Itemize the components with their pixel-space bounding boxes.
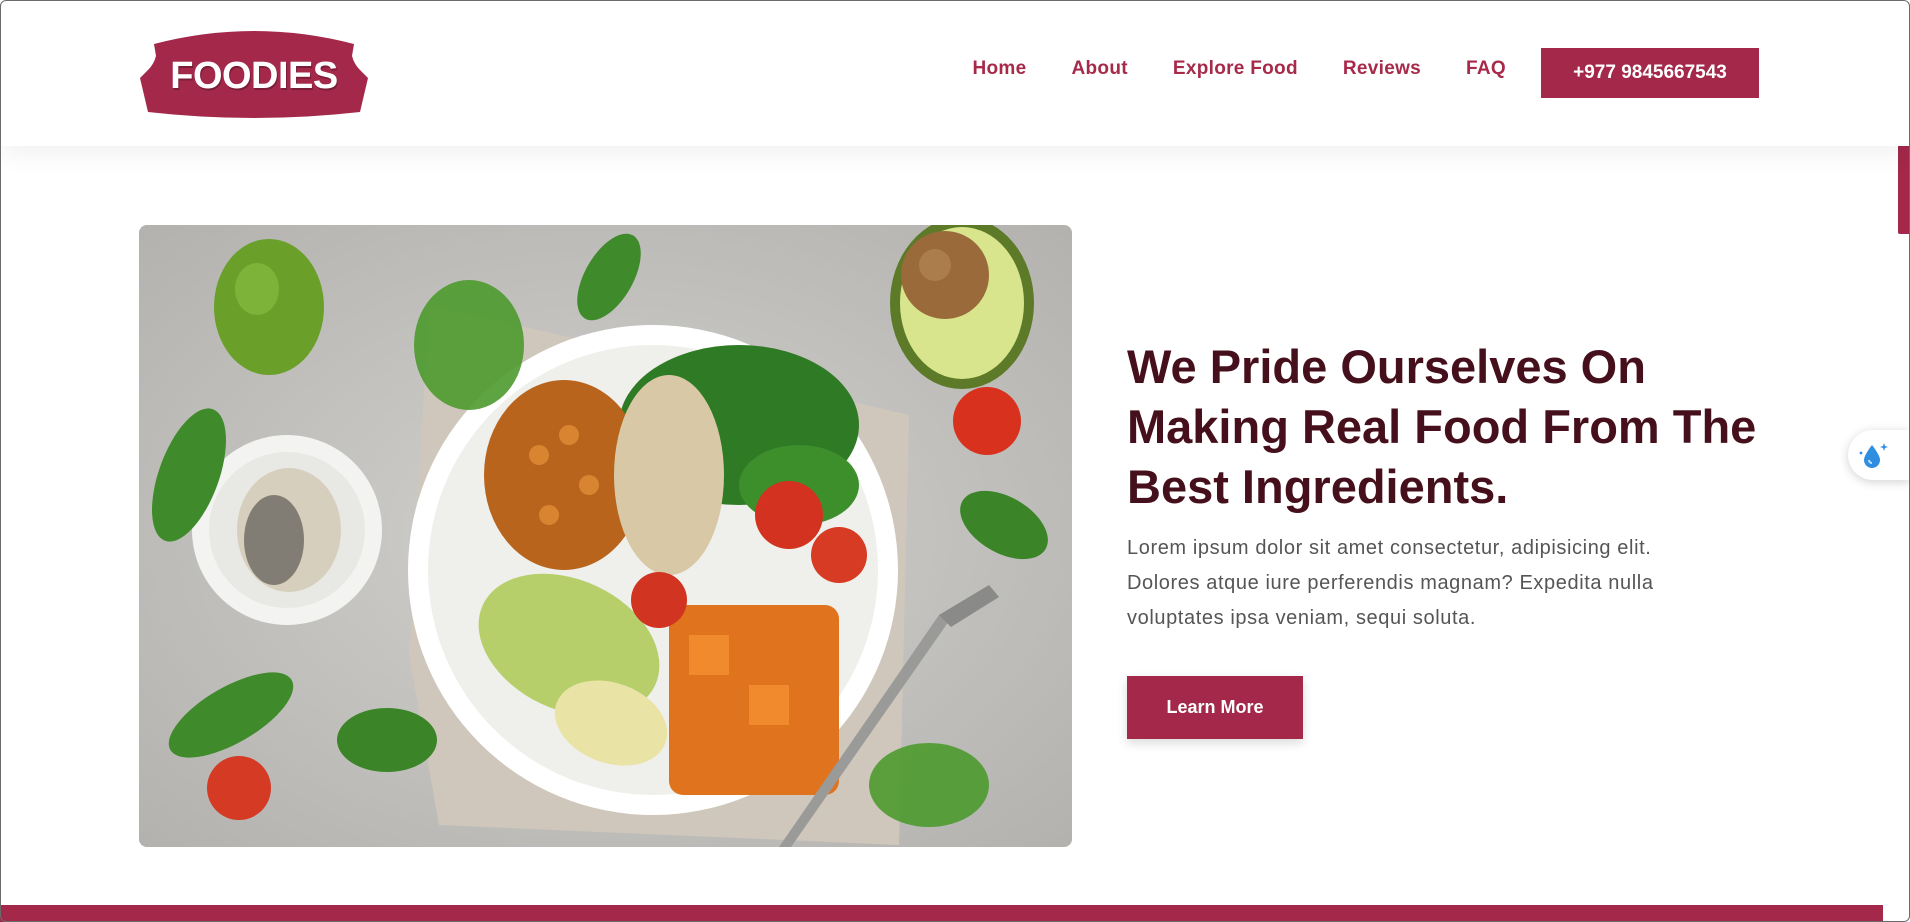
nav-home[interactable]: Home (973, 58, 1027, 80)
foodies-logo[interactable]: FOODIES (140, 26, 368, 120)
hero-title: We Pride Ourselves On Making Real Food F… (1127, 340, 1757, 513)
accessibility-widget[interactable] (1848, 430, 1910, 480)
salad-bowl-photo (139, 225, 1072, 847)
nav-links: Home About Explore Food Reviews FAQ (973, 58, 1507, 80)
scrollbar-thumb[interactable] (1898, 132, 1910, 234)
water-drop-sparkle-icon (1859, 443, 1888, 468)
footer-bar (0, 905, 1883, 922)
logo-text: FOODIES (170, 54, 338, 97)
nav-explore-food[interactable]: Explore Food (1173, 58, 1298, 80)
hero-description: Lorem ipsum dolor sit amet consectetur, … (1127, 537, 1654, 629)
nav-about[interactable]: About (1072, 58, 1128, 80)
learn-more-button[interactable]: Learn More (1127, 676, 1303, 739)
nav-faq[interactable]: FAQ (1466, 58, 1506, 80)
navbar: FOODIES Home About Explore Food Reviews … (0, 0, 1910, 146)
phone-button[interactable]: +977 9845667543 (1541, 48, 1759, 98)
nav-reviews[interactable]: Reviews (1343, 58, 1421, 80)
hero-text-block: We Pride Ourselves On Making Real Food F… (1127, 337, 1777, 739)
